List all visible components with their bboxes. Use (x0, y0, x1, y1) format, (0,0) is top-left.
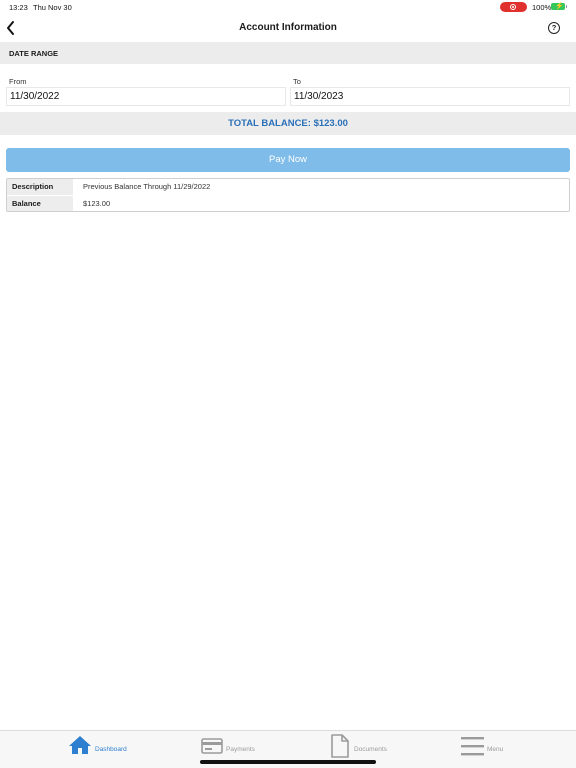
from-label: From (9, 77, 27, 86)
row-value: $123.00 (83, 199, 111, 208)
row-key: Description (7, 179, 73, 195)
row-value: Previous Balance Through 11/29/2022 (83, 182, 211, 191)
help-icon[interactable]: ? (548, 22, 560, 34)
balance-detail-table: Description Previous Balance Through 11/… (6, 178, 570, 212)
table-row: Balance $123.00 (7, 196, 569, 211)
table-row: Description Previous Balance Through 11/… (7, 179, 569, 195)
menu-icon (461, 737, 484, 756)
record-dot-icon (510, 4, 516, 10)
to-date-field[interactable]: 11/30/2023 (290, 87, 570, 106)
tab-menu[interactable]: Menu (461, 735, 521, 761)
document-icon (331, 734, 349, 758)
tab-documents[interactable]: Documents (330, 734, 410, 761)
tab-label: Payments (226, 746, 255, 753)
total-balance: TOTAL BALANCE: $123.00 (0, 112, 576, 135)
to-label: To (293, 77, 301, 86)
row-key: Balance (7, 196, 73, 211)
tab-dashboard[interactable]: Dashboard (68, 735, 138, 761)
date-range-header: DATE RANGE (0, 42, 576, 64)
page-title: Account Information (239, 22, 337, 33)
status-time: 13:23 (9, 3, 28, 12)
tab-payments[interactable]: Payments (201, 735, 271, 761)
battery-icon: ⚡ (551, 3, 567, 10)
status-date: Thu Nov 30 (33, 3, 72, 12)
status-bar: 13:23 Thu Nov 30 100% ⚡ (0, 0, 576, 14)
tab-label: Dashboard (95, 746, 127, 753)
pay-now-button[interactable]: Pay Now (6, 148, 570, 172)
home-icon (69, 736, 91, 754)
credit-card-icon (201, 738, 223, 754)
tab-label: Documents (354, 746, 387, 753)
home-indicator[interactable] (200, 760, 376, 764)
screen: 13:23 Thu Nov 30 100% ⚡ Account Informat… (0, 0, 576, 768)
from-date-field[interactable]: 11/30/2022 (6, 87, 286, 106)
screen-recording-icon[interactable] (500, 2, 527, 12)
nav-bar: Account Information ? (0, 14, 576, 42)
date-range-title: DATE RANGE (9, 49, 59, 58)
tab-label: Menu (487, 746, 504, 753)
battery-percent: 100% (532, 3, 552, 12)
